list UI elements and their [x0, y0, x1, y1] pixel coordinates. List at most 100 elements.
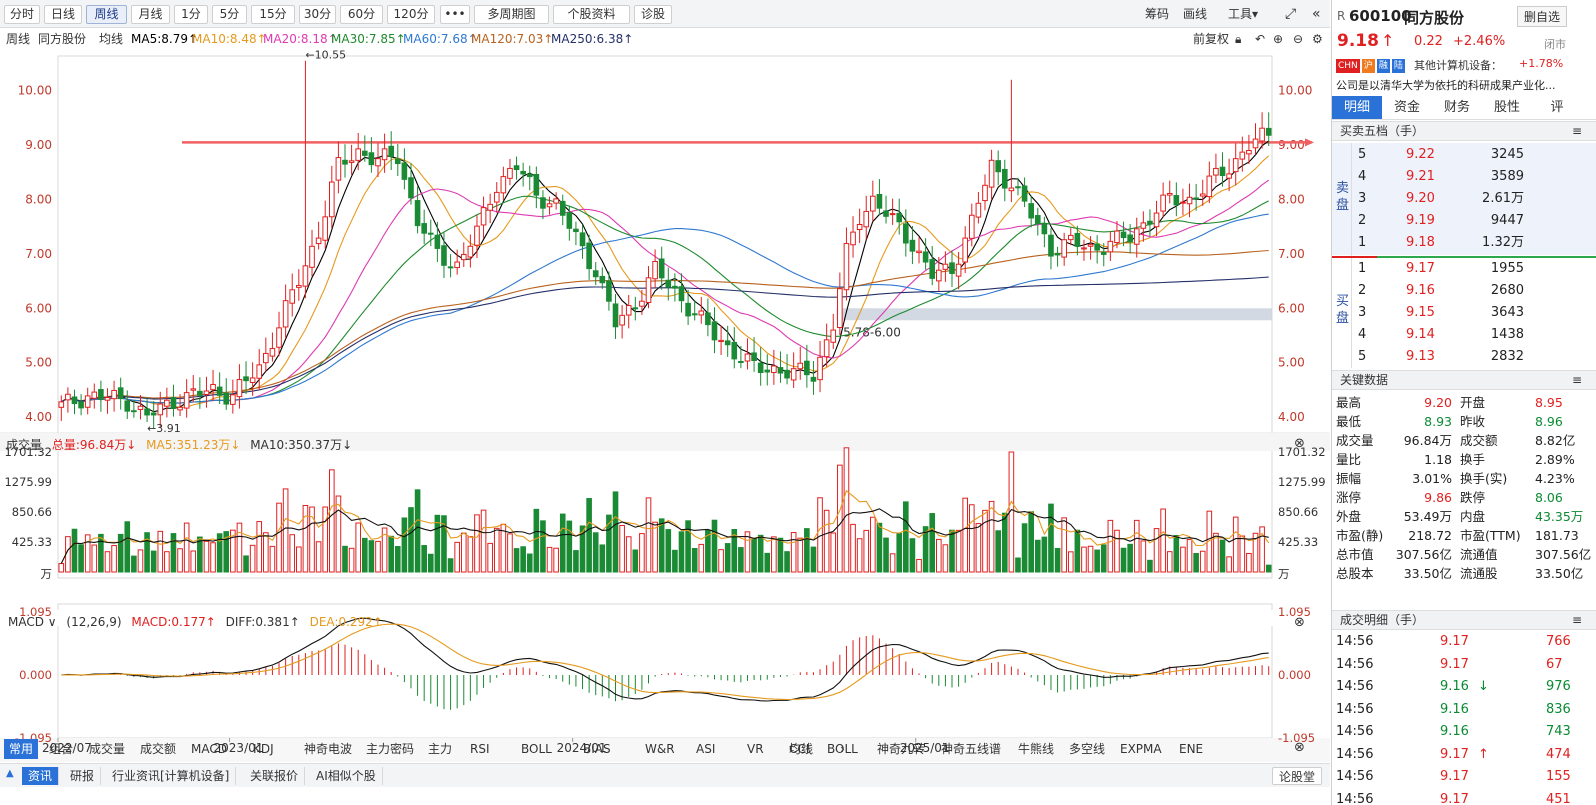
period-button-1[interactable]: 日线	[44, 5, 82, 24]
menu-icon[interactable]: ≡	[1572, 122, 1582, 141]
indicator-tab-10[interactable]: BOLL	[516, 739, 557, 759]
indicator-tab-9[interactable]: RSI	[465, 739, 495, 759]
overlay-tab-1[interactable]: BOLL	[827, 739, 858, 759]
zoom-out-icon[interactable]: ⊖	[1293, 29, 1303, 49]
overlay-tab-6[interactable]: EXPMA	[1120, 739, 1162, 759]
settings-icon[interactable]: ⚙	[1312, 29, 1323, 49]
buy-price[interactable]: 9.14	[1406, 325, 1435, 344]
company-desc[interactable]: 公司是以清华大学为依托的科研成果产业化...	[1336, 77, 1556, 93]
buy-price[interactable]: 9.17	[1406, 259, 1435, 278]
fuquan-button[interactable]: 前复权	[1193, 29, 1229, 49]
indicator-tab-0[interactable]: 常用	[4, 739, 39, 759]
volume-bar	[599, 544, 606, 573]
close-volume-icon[interactable]: ⊗	[1294, 436, 1305, 451]
candle	[223, 378, 230, 410]
discussion-button[interactable]: 论股堂	[1272, 767, 1323, 785]
period-button-4[interactable]: 1分	[174, 5, 208, 24]
sell-price[interactable]: 9.21	[1406, 167, 1435, 186]
overlay-tab-7[interactable]: ENE	[1179, 739, 1203, 759]
badge-1[interactable]: 沪	[1361, 59, 1375, 73]
ma-label[interactable]: 均线	[99, 29, 123, 49]
candle	[645, 266, 652, 309]
kline-chart[interactable]: 10.00 10.00 9.00 9.00 8.00 8.00 7.00 7.00 6.00 6.…	[0, 50, 1330, 762]
buy-price[interactable]: 9.15	[1406, 303, 1435, 322]
menu-icon[interactable]: ≡	[1572, 371, 1582, 390]
chips-button[interactable]: 筹码	[1145, 6, 1169, 22]
remove-favorite-button[interactable]: 删自选	[1517, 6, 1568, 27]
indicator-tab-5[interactable]: KDJ	[248, 739, 279, 759]
price-change: 0.22	[1414, 34, 1443, 49]
fullscreen-icon[interactable]: ⤢	[1285, 6, 1296, 22]
buy-price[interactable]: 9.13	[1406, 347, 1435, 366]
volume-tick-right: 850.66	[1278, 505, 1318, 519]
candle	[599, 267, 606, 289]
indicator-tab-13[interactable]: ASI	[691, 739, 720, 759]
sell-price[interactable]: 9.22	[1406, 145, 1435, 164]
sell-price[interactable]: 9.18	[1406, 233, 1435, 252]
quote-tab-4[interactable]: 评	[1532, 96, 1582, 119]
period-button-2[interactable]: 周线	[86, 5, 127, 24]
period-button-10[interactable]: •••	[440, 5, 470, 24]
ma-value-4: MA60:7.68↑	[403, 32, 478, 46]
price-tick-left: 4.00	[25, 410, 52, 424]
badge-2[interactable]: 融	[1376, 59, 1390, 73]
overlay-tab-2[interactable]: 神奇九转	[877, 739, 925, 759]
indicator-tab-7[interactable]: 主力密码	[361, 739, 419, 759]
sell-price[interactable]: 9.20	[1406, 189, 1435, 208]
quote-tab-2[interactable]: 财务	[1432, 96, 1482, 119]
collapse-icon[interactable]: «	[1312, 6, 1321, 22]
industry-label[interactable]: 其他计算机设备：	[1414, 57, 1502, 73]
bottom-tab-3[interactable]: 关联报价	[244, 767, 306, 785]
quote-tab-1[interactable]: 资金	[1382, 96, 1432, 119]
indicator-tab-11[interactable]: BIAS	[578, 739, 616, 759]
indicator-tab-3[interactable]: 成交额	[135, 739, 181, 759]
bottom-tab-4[interactable]: AI相似个股	[310, 767, 383, 785]
zoom-in-icon[interactable]: ⊕	[1273, 29, 1283, 49]
quote-tab-3[interactable]: 股性	[1482, 96, 1532, 119]
period-button-8[interactable]: 60分	[340, 5, 383, 24]
period-button-9[interactable]: 120分	[387, 5, 435, 24]
overlay-tab-4[interactable]: 牛熊线	[1018, 739, 1054, 759]
period-button-5[interactable]: 5分	[212, 5, 247, 24]
period-button-3[interactable]: 月线	[131, 5, 170, 24]
overlay-tab-5[interactable]: 多空线	[1069, 739, 1105, 759]
period-button-13[interactable]: 诊股	[634, 5, 672, 24]
tools-menu[interactable]: 工具▾	[1228, 6, 1258, 22]
bottom-tab-2[interactable]: 行业资讯[计算机设备]	[106, 767, 237, 785]
close-macd-icon[interactable]: ⊗	[1294, 615, 1305, 630]
candle	[929, 246, 936, 286]
sell-price[interactable]: 9.19	[1406, 211, 1435, 230]
menu-icon[interactable]: ≡	[1572, 611, 1582, 630]
candle	[65, 387, 71, 413]
lock-icon[interactable]: 🔒︎	[1235, 29, 1241, 49]
indicator-tab-8[interactable]: 主力	[423, 739, 457, 759]
buy-price[interactable]: 9.16	[1406, 281, 1435, 300]
bottom-tab-1[interactable]: 研报	[64, 767, 102, 785]
expand-icon[interactable]: ▲	[6, 768, 14, 779]
quote-tab-0[interactable]: 明细	[1332, 96, 1382, 119]
period-button-11[interactable]: 多周期图	[474, 5, 549, 24]
draw-button[interactable]: 画线	[1183, 6, 1207, 22]
badge-0[interactable]: CHN	[1336, 59, 1360, 73]
indicator-tab-14[interactable]: VR	[742, 739, 769, 759]
indicator-tab-4[interactable]: MACD	[186, 739, 232, 759]
volume-bar	[639, 533, 645, 573]
indicator-tab-12[interactable]: W&R	[640, 739, 680, 759]
period-button-0[interactable]: 分时	[4, 5, 40, 24]
badge-3[interactable]: 陆	[1391, 59, 1405, 73]
period-button-6[interactable]: 15分	[251, 5, 295, 24]
close-overlay-icon[interactable]: ⊗	[1294, 740, 1305, 755]
indicator-tab-1[interactable]: 组合	[44, 739, 78, 759]
overlay-tab-0[interactable]: 均线	[789, 739, 813, 759]
undo-icon[interactable]: ↶	[1255, 29, 1265, 49]
overlay-tab-3[interactable]: 神奇五线谱	[941, 739, 1001, 759]
key-label: 总市值	[1336, 547, 1374, 562]
macd-title[interactable]: MACD ∨	[8, 615, 57, 629]
indicator-tab-6[interactable]: 神奇电波	[299, 739, 357, 759]
indicator-tab-2[interactable]: 成交量	[84, 739, 130, 759]
period-button-7[interactable]: 30分	[299, 5, 336, 24]
bottom-tab-0[interactable]: 资讯	[22, 767, 60, 785]
period-button-12[interactable]: 个股资料	[553, 5, 630, 24]
volume-bar	[342, 545, 348, 573]
candle	[1107, 231, 1114, 261]
